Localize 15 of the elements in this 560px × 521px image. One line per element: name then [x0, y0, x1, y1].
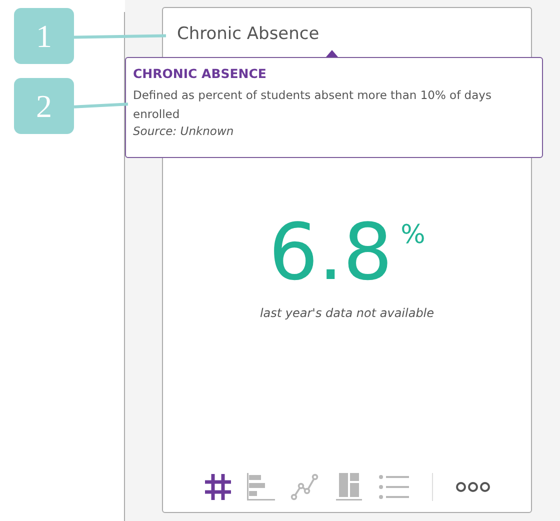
more-icon[interactable] [454, 481, 490, 493]
number-view-icon[interactable] [204, 472, 232, 502]
comparison-note: last year's data not available [260, 306, 434, 320]
block-layout-icon[interactable] [334, 472, 364, 502]
tooltip-source: Source: Unknown [133, 124, 235, 138]
line-chart-icon[interactable] [290, 472, 320, 502]
metric-unit: % [400, 220, 426, 250]
callout-badge: 1 [14, 8, 74, 64]
tooltip-description: Defined as percent of students absent more than 10% of days enrolled [133, 87, 492, 123]
callout-badge: 2 [14, 78, 74, 134]
card-title: Chronic Absence [177, 24, 320, 44]
tooltip-title: CHRONIC ABSENCE [133, 66, 268, 81]
metric-value: 6.8 [268, 214, 393, 292]
bar-chart-icon[interactable] [246, 472, 276, 502]
list-icon[interactable] [378, 472, 410, 502]
